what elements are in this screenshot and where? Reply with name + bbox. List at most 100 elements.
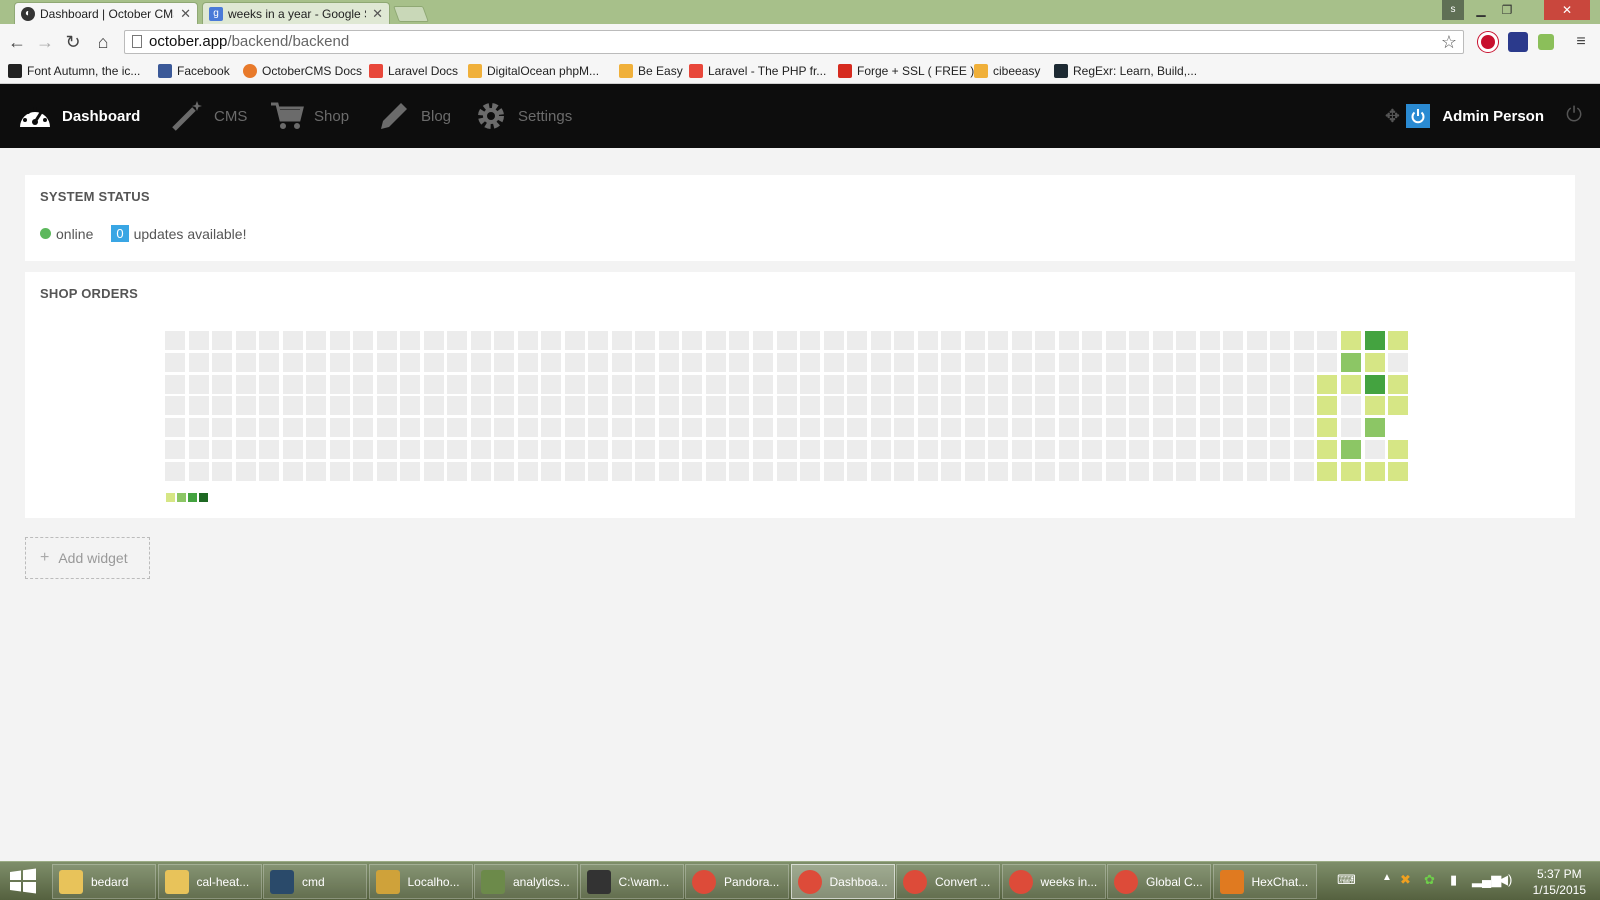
- heatmap-day-cell[interactable]: [212, 418, 233, 438]
- heatmap-day-cell[interactable]: [1105, 396, 1126, 416]
- heatmap-day-cell[interactable]: [1223, 352, 1244, 372]
- heatmap-day-cell[interactable]: [658, 418, 679, 438]
- heatmap-day-cell[interactable]: [1058, 396, 1079, 416]
- heatmap-day-cell[interactable]: [729, 461, 750, 481]
- heatmap-day-cell[interactable]: [212, 440, 233, 459]
- heatmap-day-cell[interactable]: [1058, 374, 1079, 394]
- nav-item-shop[interactable]: Shop: [270, 84, 349, 148]
- heatmap-day-cell[interactable]: [870, 352, 891, 372]
- heatmap-day-cell[interactable]: [259, 461, 280, 481]
- heatmap-day-cell[interactable]: [400, 352, 421, 372]
- system-clock[interactable]: 5:37 PM 1/15/2015: [1533, 866, 1586, 898]
- taskbar-item[interactable]: Localho...: [368, 864, 473, 899]
- heatmap-day-cell[interactable]: [941, 331, 962, 350]
- heatmap-day-cell[interactable]: [729, 396, 750, 416]
- heatmap-day-cell[interactable]: [1317, 331, 1338, 350]
- heatmap-day-cell[interactable]: [894, 461, 915, 481]
- heatmap-day-cell[interactable]: [376, 352, 397, 372]
- heatmap-day-cell[interactable]: [541, 396, 562, 416]
- profile-badge[interactable]: s: [1442, 0, 1464, 20]
- heatmap-day-cell[interactable]: [259, 418, 280, 438]
- heatmap-day-cell[interactable]: [870, 374, 891, 394]
- nav-item-cms[interactable]: CMS: [170, 84, 247, 148]
- heatmap-day-cell[interactable]: [1176, 374, 1197, 394]
- heatmap-day-cell[interactable]: [541, 461, 562, 481]
- heatmap-day-cell[interactable]: [376, 461, 397, 481]
- heatmap-day-cell[interactable]: [541, 374, 562, 394]
- heatmap-day-cell[interactable]: [1246, 352, 1267, 372]
- heatmap-day-cell[interactable]: [1388, 374, 1409, 394]
- heatmap-day-cell[interactable]: [847, 352, 868, 372]
- heatmap-day-cell[interactable]: [1152, 352, 1173, 372]
- heatmap-day-cell[interactable]: [1317, 461, 1338, 481]
- heatmap-day-cell[interactable]: [1129, 374, 1150, 394]
- heatmap-day-cell[interactable]: [1364, 396, 1385, 416]
- heatmap-day-cell[interactable]: [1105, 331, 1126, 350]
- heatmap-day-cell[interactable]: [1011, 396, 1032, 416]
- heatmap-day-cell[interactable]: [894, 440, 915, 459]
- heatmap-day-cell[interactable]: [753, 418, 773, 438]
- heatmap-day-cell[interactable]: [1035, 461, 1056, 481]
- heatmap-day-cell[interactable]: [1388, 396, 1409, 416]
- taskbar-item[interactable]: weeks in...: [1001, 864, 1106, 899]
- heatmap-day-cell[interactable]: [870, 440, 891, 459]
- heatmap-day-cell[interactable]: [729, 374, 750, 394]
- admin-user-menu[interactable]: Admin Person: [1406, 84, 1544, 148]
- bookmark-item[interactable]: Forge + SSL ( FREE ): [838, 64, 974, 78]
- heatmap-day-cell[interactable]: [423, 374, 444, 394]
- heatmap-day-cell[interactable]: [1129, 331, 1150, 350]
- heatmap-day-cell[interactable]: [635, 331, 656, 350]
- heatmap-day-cell[interactable]: [165, 374, 185, 394]
- bookmark-star-icon[interactable]: ☆: [1441, 31, 1457, 53]
- heatmap-day-cell[interactable]: [1223, 418, 1244, 438]
- bookmark-item[interactable]: OctoberCMS Docs: [243, 64, 362, 78]
- close-icon[interactable]: ✕: [180, 6, 191, 22]
- taskbar-item[interactable]: analytics...: [474, 864, 578, 899]
- heatmap-day-cell[interactable]: [447, 461, 468, 481]
- bookmark-item[interactable]: Laravel - The PHP fr...: [689, 64, 826, 78]
- heatmap-day-cell[interactable]: [1199, 418, 1220, 438]
- heatmap-day-cell[interactable]: [1293, 461, 1314, 481]
- heatmap-day-cell[interactable]: [729, 418, 750, 438]
- tray-app-icon[interactable]: ✿: [1424, 872, 1435, 888]
- heatmap-day-cell[interactable]: [917, 440, 938, 459]
- heatmap-day-cell[interactable]: [1082, 396, 1103, 416]
- heatmap-day-cell[interactable]: [682, 396, 703, 416]
- heatmap-day-cell[interactable]: [1199, 461, 1220, 481]
- heatmap-day-cell[interactable]: [447, 331, 468, 350]
- heatmap-day-cell[interactable]: [682, 461, 703, 481]
- heatmap-day-cell[interactable]: [800, 440, 821, 459]
- heatmap-day-cell[interactable]: [1364, 374, 1385, 394]
- adblock-extension-icon[interactable]: [1478, 32, 1498, 52]
- heatmap-day-cell[interactable]: [470, 331, 491, 350]
- heatmap-day-cell[interactable]: [306, 352, 327, 372]
- heatmap-day-cell[interactable]: [800, 331, 821, 350]
- heatmap-day-cell[interactable]: [1199, 374, 1220, 394]
- heatmap-day-cell[interactable]: [753, 440, 773, 459]
- heatmap-day-cell[interactable]: [964, 396, 985, 416]
- heatmap-day-cell[interactable]: [1341, 374, 1361, 394]
- back-arrow-icon[interactable]: ←: [6, 31, 28, 53]
- heatmap-day-cell[interactable]: [1011, 440, 1032, 459]
- heatmap-day-cell[interactable]: [188, 440, 209, 459]
- heatmap-day-cell[interactable]: [282, 440, 303, 459]
- heatmap-day-cell[interactable]: [306, 331, 327, 350]
- heatmap-day-cell[interactable]: [494, 396, 515, 416]
- heatmap-day-cell[interactable]: [823, 374, 844, 394]
- heatmap-day-cell[interactable]: [823, 461, 844, 481]
- heatmap-day-cell[interactable]: [1341, 461, 1361, 481]
- taskbar-item[interactable]: cmd: [263, 864, 367, 899]
- heatmap-day-cell[interactable]: [564, 440, 585, 459]
- heatmap-day-cell[interactable]: [165, 331, 185, 350]
- heatmap-day-cell[interactable]: [1223, 461, 1244, 481]
- heatmap-day-cell[interactable]: [188, 396, 209, 416]
- heatmap-day-cell[interactable]: [541, 440, 562, 459]
- heatmap-day-cell[interactable]: [1388, 352, 1409, 372]
- heatmap-day-cell[interactable]: [800, 418, 821, 438]
- heatmap-day-cell[interactable]: [329, 461, 350, 481]
- heatmap-day-cell[interactable]: [1364, 461, 1385, 481]
- heatmap-day-cell[interactable]: [1293, 418, 1314, 438]
- heatmap-day-cell[interactable]: [541, 331, 562, 350]
- heatmap-day-cell[interactable]: [235, 352, 256, 372]
- taskbar-item[interactable]: Global C...: [1107, 864, 1211, 899]
